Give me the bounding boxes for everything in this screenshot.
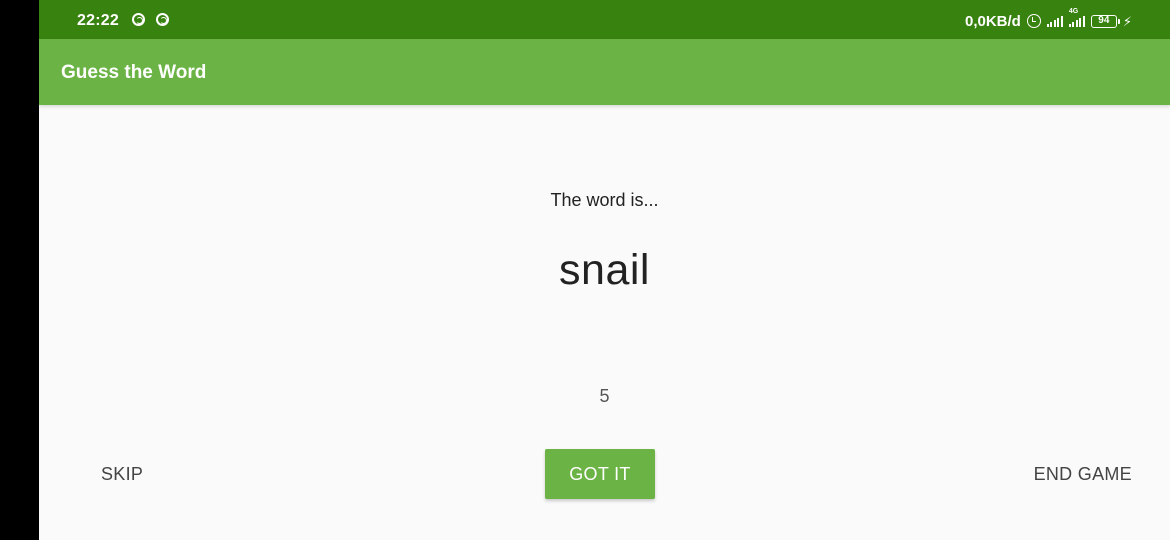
skip-button[interactable]: SKIP	[101, 464, 143, 485]
status-time: 22:22	[77, 12, 119, 29]
notification-icon	[132, 13, 145, 26]
network-type: 4G	[1068, 8, 1079, 15]
status-indicators: 0,0KB/d 4G 94 ⚡	[965, 8, 1132, 31]
notification-icon	[156, 13, 169, 26]
signal-4g-icon: 4G	[1068, 8, 1085, 27]
current-word: snail	[559, 246, 650, 294]
battery-level: 94	[1098, 15, 1110, 26]
app-title: Guess the Word	[61, 62, 207, 83]
score-value: 5	[599, 386, 610, 406]
app-bar: Guess the Word	[39, 39, 1170, 105]
battery-icon: 94	[1090, 14, 1120, 28]
network-speed: 0,0KB/d	[965, 12, 1021, 30]
charging-icon: ⚡	[1122, 13, 1132, 29]
app-screen: 22:22 0,0KB/d 4G 94 ⚡ Guess the Word The…	[39, 0, 1170, 540]
signal-icon	[1046, 15, 1063, 27]
alarm-icon	[1026, 14, 1041, 28]
status-bar: 22:22 0,0KB/d 4G 94 ⚡	[39, 0, 1170, 39]
word-prompt: The word is...	[550, 190, 659, 210]
got-it-button[interactable]: GOT IT	[545, 449, 655, 499]
end-game-button[interactable]: END GAME	[1034, 464, 1132, 485]
